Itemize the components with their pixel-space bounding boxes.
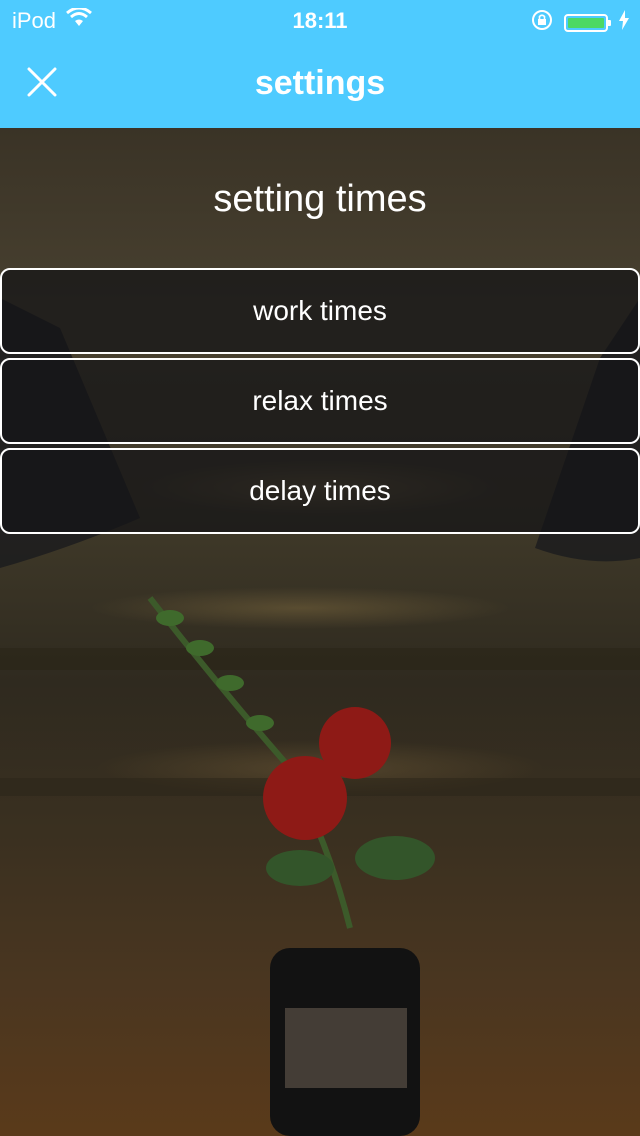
work-times-button[interactable]: work times bbox=[0, 268, 640, 354]
section-title: setting times bbox=[213, 178, 427, 220]
page-title: settings bbox=[254, 64, 386, 102]
time-options-list: work times relax times delay times bbox=[0, 268, 640, 538]
nav-bar: settings bbox=[0, 40, 640, 128]
delay-times-button[interactable]: delay times bbox=[0, 448, 640, 534]
status-right bbox=[530, 8, 630, 38]
rotation-lock-icon bbox=[530, 8, 554, 38]
charging-bolt-icon bbox=[618, 10, 630, 36]
battery-icon bbox=[564, 14, 611, 32]
relax-times-button[interactable]: relax times bbox=[0, 358, 640, 444]
battery-level-fill bbox=[568, 18, 604, 28]
settings-screen: iPod 18:11 settings setting times work t… bbox=[0, 0, 640, 1136]
status-bar: iPod 18:11 bbox=[0, 0, 640, 40]
